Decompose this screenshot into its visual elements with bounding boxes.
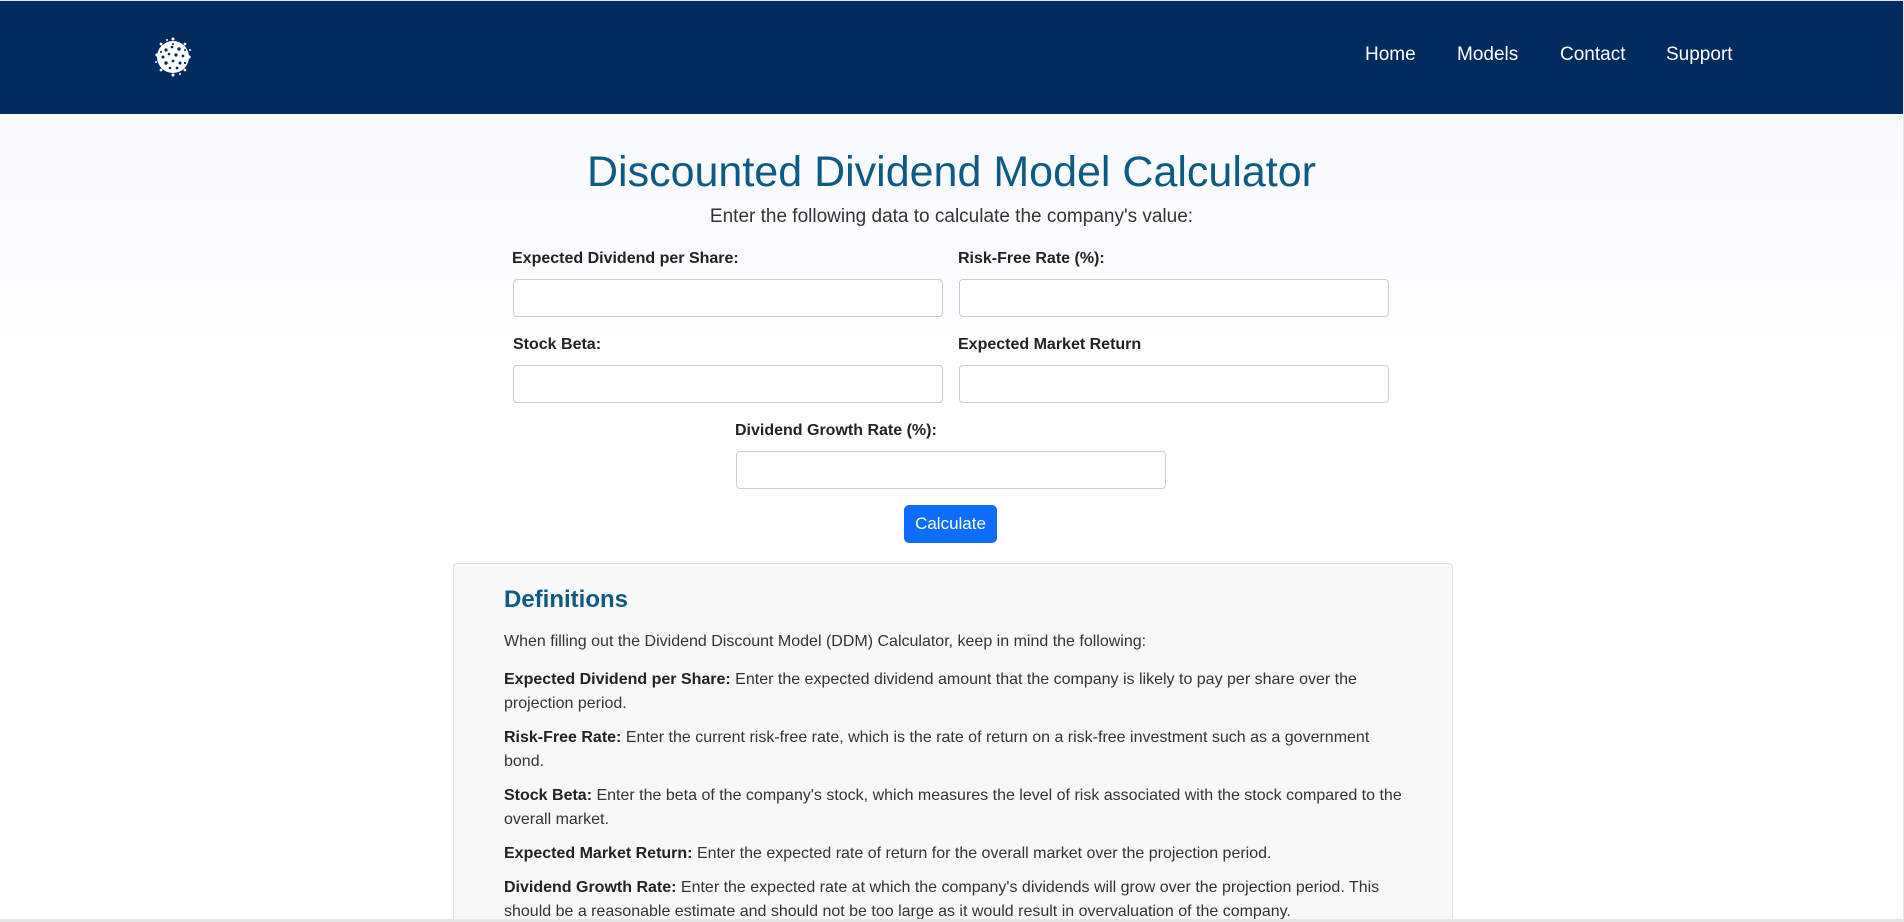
coral-globe-logo-icon[interactable] bbox=[152, 35, 194, 79]
page: Home Models Contact Support Discounted D… bbox=[0, 0, 1904, 922]
nav-models-link[interactable]: Models bbox=[1457, 43, 1518, 67]
expected-market-return-input[interactable] bbox=[959, 365, 1389, 403]
definitions-content: Definitions When filling out the Dividen… bbox=[504, 584, 1404, 922]
stock-beta-input[interactable] bbox=[513, 365, 943, 403]
nav-support-link[interactable]: Support bbox=[1666, 43, 1733, 67]
expected-market-return-label: Expected Market Return bbox=[958, 336, 1142, 353]
risk-free-rate-label: Risk-Free Rate (%): bbox=[958, 250, 1105, 267]
page-title: Discounted Dividend Model Calculator bbox=[587, 148, 1316, 196]
top-navbar: Home Models Contact Support bbox=[0, 0, 1903, 114]
definition-item: Stock Beta: Enter the beta of the compan… bbox=[504, 784, 1404, 832]
definitions-intro: When filling out the Dividend Discount M… bbox=[504, 633, 1147, 650]
definition-text: Enter the current risk-free rate, which … bbox=[504, 729, 1370, 770]
calculate-button[interactable]: Calculate bbox=[904, 505, 997, 543]
definition-item: Expected Market Return: Enter the expect… bbox=[504, 842, 1404, 866]
definition-text: Enter the expected rate of return for th… bbox=[692, 845, 1272, 862]
nav-contact-link[interactable]: Contact bbox=[1560, 43, 1625, 67]
definition-term: Expected Market Return: bbox=[504, 845, 693, 862]
definition-item: Expected Dividend per Share: Enter the e… bbox=[504, 668, 1404, 716]
expected-dividend-label: Expected Dividend per Share: bbox=[512, 250, 739, 267]
dividend-growth-rate-input[interactable] bbox=[736, 451, 1166, 489]
definition-term: Stock Beta: bbox=[504, 787, 593, 804]
nav-home-link[interactable]: Home bbox=[1365, 43, 1416, 67]
definition-item: Risk-Free Rate: Enter the current risk-f… bbox=[504, 726, 1404, 774]
definitions-heading: Definitions bbox=[504, 586, 628, 613]
stock-beta-label: Stock Beta: bbox=[513, 336, 602, 353]
definition-item: Dividend Growth Rate: Enter the expected… bbox=[504, 876, 1404, 922]
definition-term: Dividend Growth Rate: bbox=[504, 879, 677, 896]
definition-term: Expected Dividend per Share: bbox=[504, 671, 731, 688]
dividend-growth-rate-label: Dividend Growth Rate (%): bbox=[735, 422, 937, 439]
definitions-panel: Definitions When filling out the Dividen… bbox=[453, 563, 1453, 922]
page-subtitle: Enter the following data to calculate th… bbox=[709, 206, 1194, 227]
definition-term: Risk-Free Rate: bbox=[504, 729, 622, 746]
risk-free-rate-input[interactable] bbox=[959, 279, 1389, 317]
definition-text: Enter the beta of the company's stock, w… bbox=[504, 787, 1402, 828]
expected-dividend-input[interactable] bbox=[513, 279, 943, 317]
